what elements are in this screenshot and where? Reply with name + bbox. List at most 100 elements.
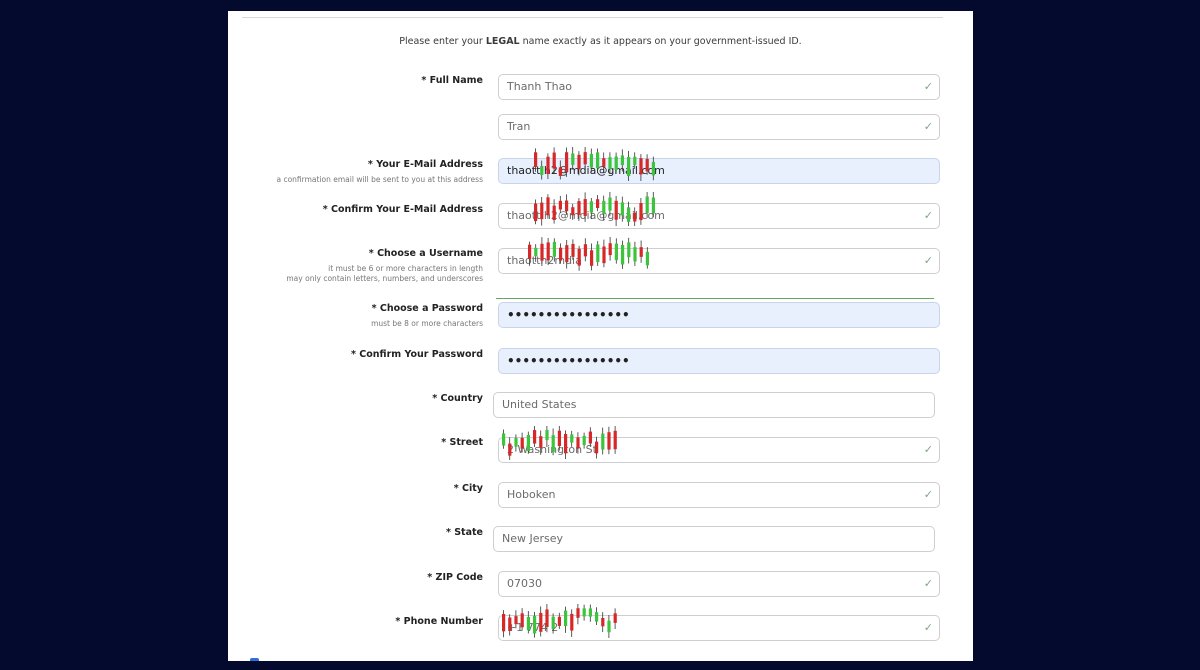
candle-body: [627, 242, 631, 258]
candle-body: [651, 197, 655, 214]
first-name-input[interactable]: Thanh Thao ✓: [498, 74, 940, 100]
valid-check-icon: ✓: [923, 209, 933, 222]
city-label: * City: [453, 483, 483, 494]
confirm-email-input[interactable]: thaott.h2@mdia@gmail.com ✓: [498, 192, 940, 229]
candle-body: [602, 158, 606, 167]
candle-body: [526, 617, 530, 631]
candle-body: [533, 430, 537, 444]
email-label: * Your E-Mail Address: [367, 159, 483, 170]
candle-body: [608, 243, 612, 256]
email-hint: a confirmation email will be sent to you…: [276, 175, 483, 184]
username-label: * Choose a Username: [368, 248, 483, 259]
candle-body: [651, 161, 655, 176]
candle-body: [577, 201, 581, 215]
candle-body: [559, 247, 563, 261]
candle-body: [633, 212, 637, 222]
candle-body: [545, 609, 549, 627]
candle-body: [540, 202, 544, 220]
candle-body: [607, 432, 611, 450]
candle-body: [520, 613, 524, 628]
candle-body: [514, 438, 518, 447]
valid-check-icon: ✓: [923, 80, 933, 93]
candle-body: [570, 434, 574, 443]
country-value: United States: [502, 398, 577, 411]
city-value: Hoboken: [507, 488, 556, 501]
country-select[interactable]: United States: [493, 392, 935, 418]
candle-body: [590, 250, 594, 266]
username-input[interactable]: thaotth2mdia ✓: [498, 237, 940, 274]
candle-body: [571, 243, 575, 257]
candle-body: [601, 617, 605, 627]
candle-body: [633, 247, 637, 262]
candle-body: [602, 246, 606, 264]
password-input[interactable]: ••••••••••••••••: [498, 302, 940, 328]
candle-body: [540, 165, 544, 175]
country-label: * Country: [432, 393, 483, 404]
candle-body: [551, 435, 555, 453]
candle-body: [558, 167, 562, 176]
candle-body: [557, 430, 561, 447]
candle-body: [595, 441, 599, 454]
candle-body: [514, 616, 518, 625]
redaction-overlay: [502, 604, 617, 638]
candle-body: [608, 197, 612, 211]
candle-body: [565, 245, 569, 263]
candle-body: [639, 203, 643, 221]
password-label: * Choose a Password: [371, 303, 483, 314]
candle-body: [613, 613, 617, 623]
candle-body: [583, 152, 587, 165]
candle-body: [607, 620, 611, 633]
candle-body: [565, 152, 569, 172]
candle-body: [601, 433, 605, 450]
confirm-email-label: * Confirm Your E-Mail Address: [322, 204, 483, 215]
city-input[interactable]: Hoboken ✓: [498, 482, 940, 508]
zip-input[interactable]: 07030 ✓: [498, 571, 940, 597]
confirm-password-value: ••••••••••••••••: [507, 354, 630, 368]
valid-check-icon: ✓: [923, 577, 933, 590]
last-name-input[interactable]: Tran ✓: [498, 114, 940, 140]
candle-body: [539, 612, 543, 632]
candle-body: [571, 207, 575, 216]
candle-body: [589, 201, 593, 213]
candle-body: [571, 153, 575, 165]
redaction-overlay: [502, 426, 617, 460]
candle-body: [583, 244, 587, 257]
terms-checkbox[interactable]: [250, 658, 259, 661]
candle-body: [583, 199, 587, 216]
phone-label: * Phone Number: [395, 616, 483, 627]
confirm-password-label: * Confirm Your Password: [351, 349, 483, 360]
candle-body: [546, 156, 550, 175]
street-input[interactable]: 2 Washington St ✓: [498, 426, 940, 463]
candle-body: [576, 437, 580, 449]
divider: [242, 17, 943, 18]
valid-check-icon: ✓: [923, 120, 933, 133]
candle-body: [608, 157, 612, 170]
candle-body: [588, 608, 592, 617]
state-value: New Jersey: [502, 532, 564, 545]
candle-body: [539, 436, 543, 448]
phone-input[interactable]: +1 774 2 ✓: [498, 604, 940, 641]
candle-body: [589, 153, 593, 168]
candle-body: [639, 247, 643, 257]
candle-body: [645, 159, 649, 172]
state-select[interactable]: New Jersey: [493, 526, 935, 552]
candle-body: [502, 613, 506, 632]
last-name-value: Tran: [507, 120, 531, 133]
candle-body: [545, 430, 549, 441]
confirm-password-input[interactable]: ••••••••••••••••: [498, 348, 940, 374]
candle-body: [633, 156, 637, 166]
first-name-value: Thanh Thao: [507, 80, 573, 93]
candle-body: [577, 248, 581, 266]
candle-body: [508, 617, 512, 631]
candle-body: [614, 156, 618, 170]
candle-body: [552, 152, 556, 169]
redaction-overlay: [534, 192, 655, 226]
candle-body: [534, 152, 538, 168]
candle-body: [639, 158, 643, 175]
username-hint-chars: may only contain letters, numbers, and u…: [286, 274, 483, 283]
candle-body: [564, 433, 568, 454]
divider: [496, 298, 934, 299]
candle-body: [546, 197, 550, 216]
email-input[interactable]: thaott.h2@mdia@gmail.com: [498, 147, 940, 184]
candle-body: [540, 243, 544, 261]
